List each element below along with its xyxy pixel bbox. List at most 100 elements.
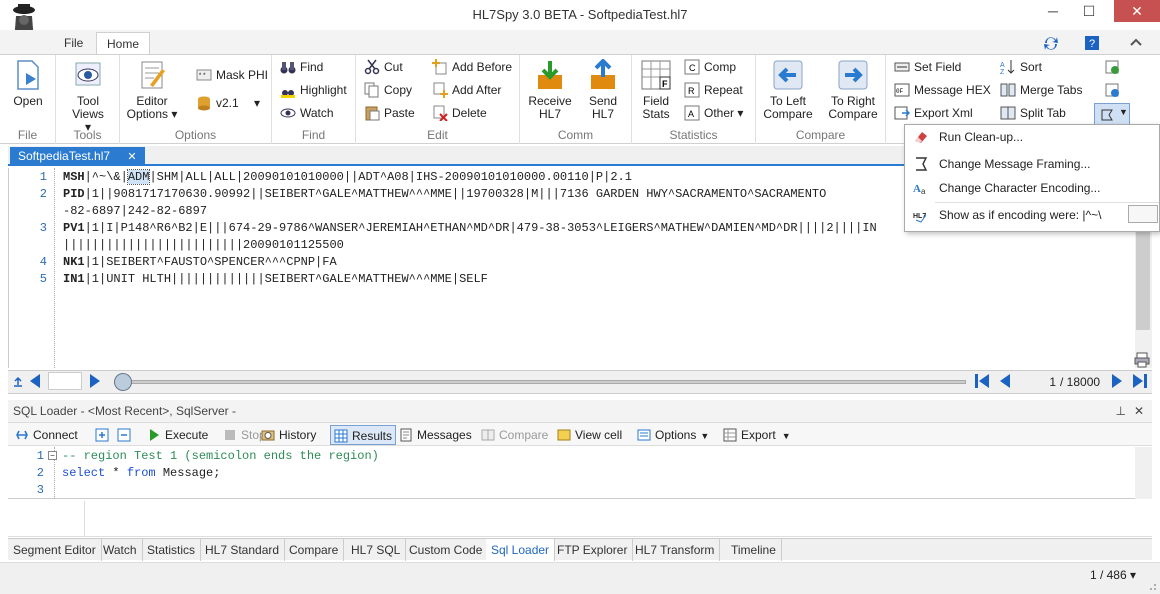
highlight-button[interactable]: Highlight: [280, 80, 347, 100]
menu-item-change-framing[interactable]: Change Message Framing...: [905, 152, 1159, 176]
sql-results-grid[interactable]: [8, 501, 1152, 537]
compare-button[interactable]: Compare: [478, 425, 551, 445]
delete-button[interactable]: Delete: [432, 103, 487, 123]
minimize-button[interactable]: ─: [1038, 0, 1068, 22]
other-stats-button[interactable]: A Other ▾: [684, 103, 743, 123]
sql-loader-close-icon[interactable]: ✕: [1134, 400, 1144, 422]
bottom-tab[interactable]: HL7 Transform: [630, 539, 721, 561]
paste-button[interactable]: Paste: [364, 103, 415, 123]
bottom-tab[interactable]: Statistics: [142, 539, 202, 561]
mask-phi-button[interactable]: ** Mask PHI: [196, 65, 268, 85]
sql-vertical-scrollbar[interactable]: [1135, 447, 1152, 499]
refresh-icon[interactable]: [1042, 35, 1060, 51]
nav-home-icon[interactable]: [12, 376, 24, 388]
first-message-icon[interactable]: [974, 373, 990, 389]
document-tab[interactable]: SoftpediaTest.hl7 ✕: [10, 147, 145, 166]
tool-gear-icon[interactable]: [1104, 82, 1120, 98]
fold-collapse-icon[interactable]: −: [48, 451, 57, 460]
editor-line[interactable]: PID|1||9081717170630.90992||SEIBERT^GALE…: [63, 187, 826, 201]
cut-button[interactable]: Cut: [364, 57, 403, 77]
bottom-tab[interactable]: FTP Explorer: [552, 539, 634, 561]
status-page-indicator[interactable]: 1 / 486 ▾: [1066, 566, 1136, 584]
current-message-number[interactable]: 1: [1020, 374, 1056, 390]
receive-hl7-button[interactable]: Receive HL7: [524, 59, 576, 121]
editor-line-wrap[interactable]: -82-6897|242-82-6897: [63, 204, 207, 218]
watch-button[interactable]: Watch: [280, 103, 334, 123]
repeat-button[interactable]: R Repeat: [684, 80, 743, 100]
sql-editor[interactable]: 1 − -- region Test 1 (semicolon ends the…: [8, 447, 1152, 499]
comp-button[interactable]: C Comp: [684, 57, 736, 77]
document-tab-close-icon[interactable]: ✕: [127, 151, 136, 163]
merge-tabs-button[interactable]: Merge Tabs: [1000, 80, 1082, 100]
help-icon[interactable]: ?: [1084, 35, 1100, 51]
tab-file[interactable]: File: [54, 32, 93, 54]
last-message-icon[interactable]: [1132, 373, 1148, 389]
bottom-tab[interactable]: Sql Loader: [486, 539, 556, 561]
tool-settings-icon[interactable]: [1104, 59, 1120, 75]
ribbon-collapse-icon[interactable]: [1128, 35, 1144, 51]
nav-jump-field[interactable]: [48, 372, 82, 390]
bottom-tab[interactable]: HL7 Standard: [200, 539, 286, 561]
collapse-button[interactable]: [114, 425, 138, 445]
bottom-tab[interactable]: Timeline: [726, 539, 782, 561]
add-after-button[interactable]: Add After: [432, 80, 501, 100]
menu-item-show-as-encoding[interactable]: HL7 Show as if encoding were: |^~\: [905, 203, 1159, 227]
bottom-tab[interactable]: Custom Code: [404, 539, 489, 561]
bottom-tab[interactable]: Compare: [284, 539, 345, 561]
encoding-dropdown-button[interactable]: ▼: [1094, 103, 1130, 125]
history-label: History: [279, 428, 317, 442]
add-before-button[interactable]: Add Before: [432, 57, 512, 77]
editor-line[interactable]: PV1|1|I|P148^R6^B2|E|||674-29-9786^WANSE…: [63, 221, 877, 235]
version-select[interactable]: v2.1 ▾: [196, 93, 260, 113]
bottom-tab[interactable]: Watch: [98, 539, 143, 561]
split-tab-button[interactable]: Split Tab: [1000, 103, 1066, 123]
message-slider-thumb[interactable]: [114, 373, 132, 391]
editor-line-wrap[interactable]: |||||||||||||||||||||||||20090101125500: [63, 238, 344, 252]
to-left-compare-button[interactable]: To Left Compare: [758, 59, 818, 121]
open-button[interactable]: Open: [8, 59, 48, 108]
copy-button[interactable]: Copy: [364, 80, 412, 100]
resize-grip-icon[interactable]: [1146, 580, 1158, 592]
connect-button[interactable]: Connect: [12, 425, 81, 445]
tool-views-button[interactable]: Tool Views ▾: [60, 59, 116, 134]
editor-line[interactable]: IN1|1|UNIT HLTH|||||||||||||SEIBERT^GALE…: [63, 272, 488, 286]
results-button[interactable]: Results: [330, 425, 397, 445]
execute-button[interactable]: Execute: [144, 425, 211, 445]
menu-item-change-encoding[interactable]: Aa Change Character Encoding...: [905, 176, 1159, 200]
menu-item-label: Run Clean-up...: [939, 130, 1024, 144]
to-right-compare-button[interactable]: To Right Compare: [822, 59, 884, 121]
sql-code-line[interactable]: select * from Message;: [62, 466, 220, 480]
editor-line[interactable]: MSH|^~\&|ADM|SHM|ALL|ALL|20090101010000|…: [63, 169, 632, 185]
encoding-characters-input[interactable]: [1128, 205, 1158, 223]
message-slider-track[interactable]: [114, 380, 966, 384]
messages-button[interactable]: Messages: [396, 425, 475, 445]
bottom-tab[interactable]: HL7 SQL: [346, 539, 407, 561]
sort-label: Sort: [1020, 60, 1043, 74]
bottom-tab[interactable]: Segment Editor: [8, 539, 102, 561]
nav-next-icon[interactable]: [88, 373, 102, 389]
export-xml-button[interactable]: Export Xml: [894, 103, 973, 123]
next-message-icon[interactable]: [1110, 373, 1124, 389]
expand-button[interactable]: [92, 425, 116, 445]
pin-icon[interactable]: ⊥: [1116, 400, 1126, 422]
send-hl7-button[interactable]: Send HL7: [578, 59, 628, 121]
prev-message-icon[interactable]: [998, 373, 1012, 389]
editor-options-button[interactable]: Editor Options ▾: [124, 59, 180, 121]
set-field-button[interactable]: Set Field: [894, 57, 961, 77]
tab-home[interactable]: Home: [96, 32, 151, 54]
find-button[interactable]: Find: [280, 57, 323, 77]
print-icon[interactable]: [1134, 352, 1150, 368]
view-cell-button[interactable]: View cell: [554, 425, 625, 445]
field-stats-button[interactable]: F Field Stats: [636, 59, 676, 121]
options-button[interactable]: Options ▼: [634, 425, 712, 445]
export-button[interactable]: Export ▼: [720, 425, 794, 445]
maximize-button[interactable]: ☐: [1074, 0, 1104, 22]
message-hex-button[interactable]: 0F Message HEX: [894, 80, 991, 100]
editor-line[interactable]: NK1|1|SEIBERT^FAUSTO^SPENCER^^^CPNP|FA: [63, 255, 337, 269]
menu-item-run-clean-up[interactable]: Run Clean-up...: [905, 125, 1159, 149]
close-button[interactable]: ✕: [1114, 0, 1160, 22]
history-button[interactable]: History: [258, 425, 319, 445]
nav-prev-icon[interactable]: [28, 373, 42, 389]
sql-comment-line[interactable]: -- region Test 1 (semicolon ends the reg…: [62, 449, 379, 463]
sort-button[interactable]: A Z Sort: [1000, 57, 1042, 77]
